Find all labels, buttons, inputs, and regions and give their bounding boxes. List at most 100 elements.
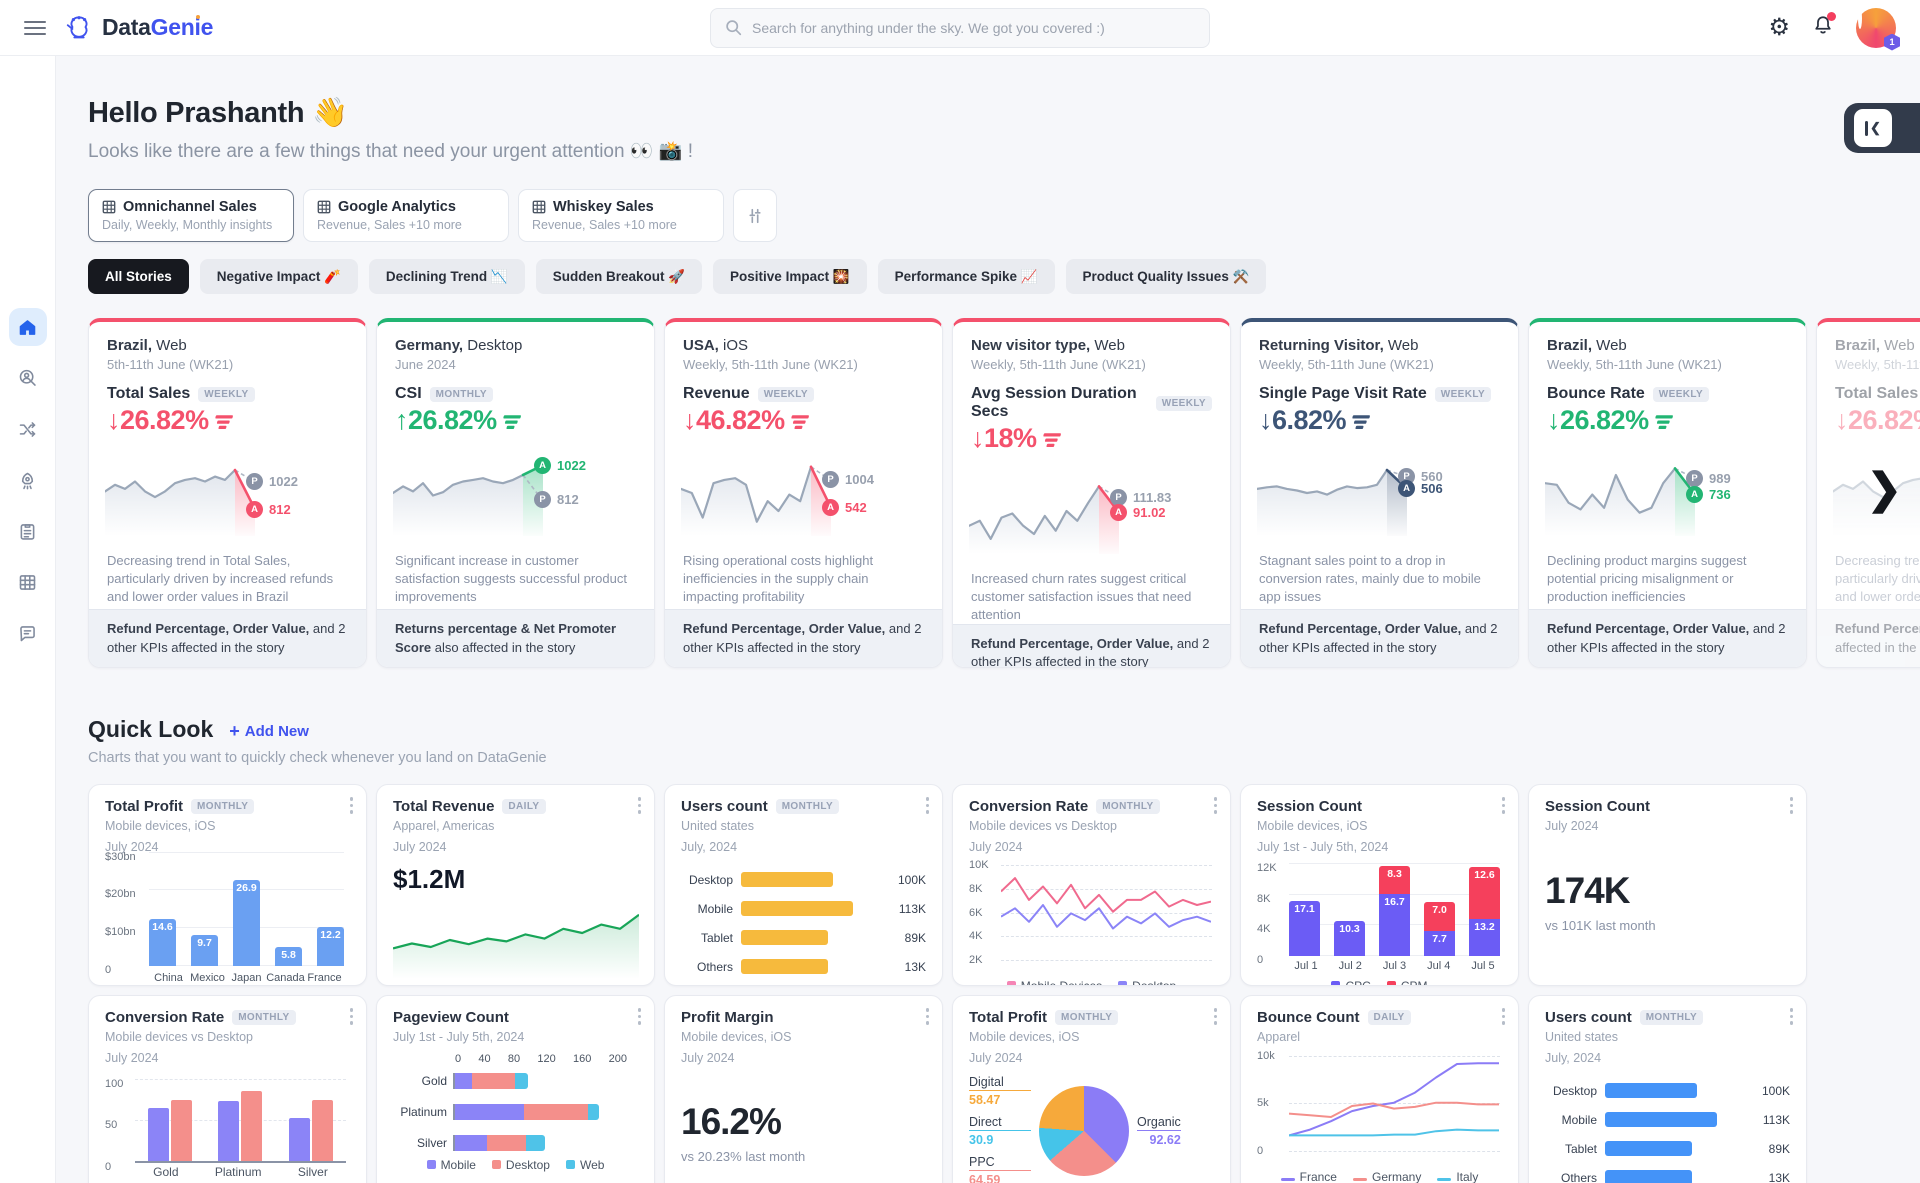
dataset-filter-button[interactable] — [733, 189, 777, 242]
quick-look-card[interactable]: Bounce CountDAILYApparel10k5k0FranceGerm… — [1240, 995, 1519, 1183]
story-filter-chip-1[interactable]: All Stories — [88, 259, 189, 294]
dataset-tab-2[interactable]: Google AnalyticsRevenue, Sales +10 more — [303, 189, 509, 242]
sidebar-item-reports[interactable] — [9, 512, 47, 550]
footer-kpis-bold: Refund Percentage, Order Value, — [1547, 621, 1749, 636]
actual-value: 542 — [845, 500, 867, 515]
cpc-segment: 13.2 — [1469, 919, 1500, 956]
hbar-row: Tablet89K — [681, 930, 926, 945]
quick-card-title-row: Users countMONTHLY — [681, 798, 926, 815]
x-axis-tick: Mexico — [188, 972, 227, 984]
sidebar-item-home[interactable] — [9, 308, 47, 346]
global-search-input[interactable]: Search for anything under the sky. We go… — [710, 8, 1210, 48]
frequency-badge: MONTHLY — [776, 799, 839, 814]
stories-next-button[interactable]: ❯ — [1867, 468, 1902, 510]
sidebar-item-launch[interactable] — [9, 461, 47, 499]
story-card-header: Brazil, WebWeekly, 5th-11th June (WK21) — [1529, 322, 1806, 372]
quick-look-subtitle: Charts that you want to quickly check wh… — [88, 750, 1920, 766]
app-logo[interactable]: DataGenie — [64, 14, 213, 42]
stacked-column: 12.613.2 — [1469, 864, 1500, 956]
kebab-menu-icon[interactable] — [926, 1008, 930, 1025]
story-filter-chip-6[interactable]: Performance Spike 📈 — [878, 259, 1055, 294]
genie-lamp-icon — [64, 14, 94, 42]
quick-look-card[interactable]: Pageview CountJuly 1st - July 5th, 20240… — [376, 995, 655, 1183]
story-card[interactable]: New visitor type, WebWeekly, 5th-11th Ju… — [952, 318, 1231, 668]
sidebar-item-datasets[interactable] — [9, 563, 47, 601]
kebab-menu-icon[interactable] — [1502, 1008, 1506, 1025]
kebab-menu-icon[interactable] — [638, 1008, 642, 1025]
dataset-tab-3[interactable]: Whiskey SalesRevenue, Sales +10 more — [518, 189, 724, 242]
x-axis-tick: Jul 3 — [1378, 960, 1412, 972]
kebab-menu-icon[interactable] — [1502, 797, 1506, 814]
story-title: Brazil, Web — [107, 337, 348, 354]
kebab-menu-icon[interactable] — [350, 1008, 354, 1025]
pie-chart: Digital58.47Direct30.9PPC64.59Organic92.… — [969, 1075, 1214, 1183]
sidebar-item-shuffle[interactable] — [9, 410, 47, 448]
quick-card-chart: Desktop100KMobile113KTablet89KOthers13K — [681, 872, 926, 974]
story-card[interactable]: Brazil, WebWeekly, 5th-11th June (WK21)B… — [1528, 318, 1807, 668]
kebab-menu-icon[interactable] — [350, 797, 354, 814]
story-filter-chip-2[interactable]: Negative Impact 🧨 — [200, 259, 358, 294]
hbar-value: 100K — [1762, 1084, 1790, 1098]
story-card[interactable]: Germany, DesktopJune 2024CSIMONTHLY↑26.8… — [376, 318, 655, 668]
story-filter-chip-5[interactable]: Positive Impact 🎇 — [713, 259, 867, 294]
story-card[interactable]: Returning Visitor, WebWeekly, 5th-11th J… — [1240, 318, 1519, 668]
story-sparkline: P1022A812 — [105, 444, 350, 540]
story-period: 5th-11th June (WK21) — [107, 357, 348, 372]
notifications-bell-icon[interactable] — [1812, 14, 1834, 42]
settings-gear-icon[interactable]: ⚙ — [1768, 16, 1790, 40]
frequency-badge: WEEKLY — [1156, 396, 1212, 411]
quick-look-card[interactable]: Users countMONTHLYUnited statesJuly, 202… — [1528, 995, 1807, 1183]
bars: 17.110.38.316.77.07.712.613.2 — [1289, 864, 1500, 956]
bars: 14.69.726.95.812.2 — [149, 870, 344, 966]
quick-card-title: Pageview Count — [393, 1009, 509, 1026]
hbar-label: Mobile — [681, 902, 733, 916]
hbar-label: Others — [681, 960, 733, 974]
bar — [148, 1108, 169, 1161]
quick-look-card[interactable]: Conversion RateMONTHLYMobile devices vs … — [952, 784, 1231, 986]
y-axis-tick: 0 — [1257, 954, 1263, 966]
sidebar-item-feedback[interactable] — [9, 614, 47, 652]
kebab-menu-icon[interactable] — [1214, 797, 1218, 814]
quick-card-chart: Desktop100KMobile113KTablet89KOthers13K — [1545, 1083, 1790, 1183]
quick-look-card[interactable]: Profit MarginMobile devices, iOSJuly 202… — [664, 995, 943, 1183]
story-card[interactable]: Brazil, Web5th-11th June (WK21)Total Sal… — [88, 318, 367, 668]
story-card-header: Brazil, WebWeekly, 5th-11th June (WK21) — [1817, 322, 1920, 372]
quick-look-card[interactable]: Session CountMobile devices, iOSJuly 1st… — [1240, 784, 1519, 986]
hbar-row: Tablet89K — [1545, 1141, 1790, 1156]
add-new-button[interactable]: +Add New — [229, 721, 309, 742]
y-axis-tick: 0 — [105, 1161, 111, 1173]
kebab-menu-icon[interactable] — [1214, 1008, 1218, 1025]
pie-label-value: 92.62 — [1137, 1133, 1181, 1147]
story-kpi-name: Total Sales — [1835, 385, 1918, 403]
quick-look-card[interactable]: Session CountJuly 2024174Kvs 101K last m… — [1528, 784, 1807, 986]
story-card[interactable]: USA, iOSWeekly, 5th-11th June (WK21)Reve… — [664, 318, 943, 668]
quick-look-card[interactable]: Total RevenueDAILYApparel, AmericasJuly … — [376, 784, 655, 986]
quick-look-card[interactable]: Users countMONTHLYUnited statesJuly, 202… — [664, 784, 943, 986]
footer-kpis-bold: Refund Percentage, — [1835, 621, 1920, 636]
story-filter-chip-4[interactable]: Sudden Breakout 🚀 — [536, 259, 702, 294]
y-axis-tick: 0 — [1257, 1145, 1263, 1157]
story-filter-chip-3[interactable]: Declining Trend 📉 — [369, 259, 525, 294]
hamburger-menu-icon[interactable] — [24, 21, 46, 35]
kebab-menu-icon[interactable] — [1790, 797, 1794, 814]
story-filter-chip-7[interactable]: Product Quality Issues ⚒️ — [1066, 259, 1267, 294]
sidebar-item-explore[interactable] — [9, 359, 47, 397]
quick-look-card[interactable]: Conversion RateMONTHLYMobile devices vs … — [88, 995, 367, 1183]
y-axis-tick: 50 — [105, 1119, 117, 1131]
insights-panel-toggle[interactable]: ❮ — [1844, 103, 1920, 153]
bar — [289, 1118, 310, 1161]
row-label: Platinum — [393, 1105, 447, 1119]
user-avatar[interactable]: 1 — [1856, 8, 1896, 48]
bar-column: 26.9 — [233, 870, 260, 966]
quick-look-card[interactable]: Total ProfitMONTHLYMobile devices, iOSJu… — [952, 995, 1231, 1183]
kebab-menu-icon[interactable] — [1790, 1008, 1794, 1025]
plus-icon: + — [229, 721, 240, 742]
y-axis-tick: 5k — [1257, 1097, 1269, 1109]
dataset-tab-1[interactable]: Omnichannel SalesDaily, Weekly, Monthly … — [88, 189, 294, 242]
cpc-segment: 7.7 — [1424, 931, 1455, 956]
kebab-menu-icon[interactable] — [926, 797, 930, 814]
kebab-menu-icon[interactable] — [638, 797, 642, 814]
segment — [455, 1104, 524, 1120]
quick-look-card[interactable]: Total ProfitMONTHLYMobile devices, iOSJu… — [88, 784, 367, 986]
impact-funnel-icon — [215, 411, 236, 431]
